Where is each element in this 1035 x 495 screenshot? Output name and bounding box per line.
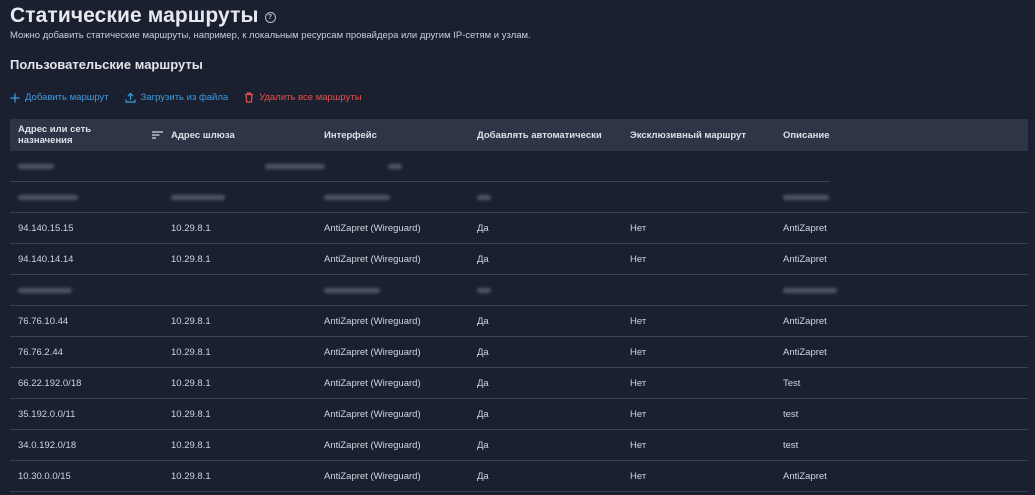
cell-gateway: 10.29.8.1 <box>171 222 211 234</box>
table-header: Адрес или сеть назначения Адрес шлюза Ин… <box>10 119 1028 151</box>
cell-exclusive: Нет <box>630 377 647 389</box>
cell-description: test <box>783 408 799 420</box>
redacted-cell <box>469 285 622 296</box>
routes-table: Адрес или сеть назначения Адрес шлюза Ин… <box>10 119 1028 492</box>
page-subtitle: Можно добавить статические маршруты, нап… <box>10 30 531 41</box>
cell-gateway: 10.29.8.1 <box>171 315 211 327</box>
redacted-cell <box>469 192 622 203</box>
title-row: Статические маршруты ? <box>10 4 276 28</box>
trash-icon <box>244 92 254 103</box>
cell-destination: 34.0.192.0/18 <box>18 439 77 451</box>
column-header-label: Адрес или сеть назначения <box>18 124 92 146</box>
cell-exclusive: Нет <box>630 222 647 234</box>
cell-destination: 94.140.15.15 <box>18 222 74 234</box>
delete-all-routes-button[interactable]: Удалить все маршруты <box>244 92 362 103</box>
column-header-exclusive[interactable]: Эксклюзивный маршрут <box>622 130 775 141</box>
upload-file-button[interactable]: Загрузить из файла <box>125 92 229 103</box>
table-row[interactable]: 34.0.192.0/18 10.29.8.1 AntiZapret (Wire… <box>10 430 1028 461</box>
delete-all-routes-label: Удалить все маршруты <box>259 92 362 103</box>
cell-description: AntiZapret <box>783 222 827 234</box>
cell-exclusive: Нет <box>630 346 647 358</box>
table-row[interactable]: 35.192.0.0/11 10.29.8.1 AntiZapret (Wire… <box>10 399 1028 430</box>
redacted-cell <box>257 161 380 172</box>
cell-description: test <box>783 439 799 451</box>
cell-interface: AntiZapret (Wireguard) <box>324 346 421 358</box>
redacted-cell <box>316 192 469 203</box>
redacted-cell <box>775 192 1028 203</box>
cell-auto: Да <box>477 470 489 482</box>
toolbar: Добавить маршрут Загрузить из файла Удал… <box>10 92 378 103</box>
cell-destination: 10.30.0.0/15 <box>18 470 71 482</box>
sort-icon[interactable] <box>152 131 163 139</box>
cell-destination: 35.192.0.0/11 <box>18 408 76 420</box>
redacted-cell <box>10 163 133 169</box>
cell-interface: AntiZapret (Wireguard) <box>324 315 421 327</box>
cell-auto: Да <box>477 439 489 451</box>
cell-interface: AntiZapret (Wireguard) <box>324 253 421 265</box>
cell-interface: AntiZapret (Wireguard) <box>324 408 421 420</box>
cell-gateway: 10.29.8.1 <box>171 439 211 451</box>
column-header-description[interactable]: Описание <box>775 130 1028 141</box>
redacted-cell <box>163 192 316 203</box>
cell-destination: 66.22.192.0/18 <box>18 377 82 389</box>
cell-interface: AntiZapret (Wireguard) <box>324 470 421 482</box>
cell-interface: AntiZapret (Wireguard) <box>324 222 421 234</box>
cell-exclusive: Нет <box>630 253 647 265</box>
column-header-auto[interactable]: Добавлять автоматически <box>469 130 622 141</box>
cell-interface: AntiZapret (Wireguard) <box>324 377 421 389</box>
cell-exclusive: Нет <box>630 408 647 420</box>
cell-auto: Да <box>477 346 489 358</box>
redacted-cell <box>775 285 1028 296</box>
cell-description: AntiZapret <box>783 346 827 358</box>
cell-gateway: 10.29.8.1 <box>171 470 211 482</box>
cell-exclusive: Нет <box>630 315 647 327</box>
table-row[interactable]: 76.76.2.44 10.29.8.1 AntiZapret (Wiregua… <box>10 337 1028 368</box>
cell-description: AntiZapret <box>783 315 827 327</box>
cell-gateway: 10.29.8.1 <box>171 377 211 389</box>
section-title: Пользовательские маршруты <box>10 57 203 72</box>
page-title: Статические маршруты <box>10 4 259 27</box>
table-row[interactable]: 10.30.0.0/15 10.29.8.1 AntiZapret (Wireg… <box>10 461 1028 492</box>
cell-auto: Да <box>477 253 489 265</box>
table-row-redacted[interactable] <box>10 151 830 182</box>
redacted-cell <box>10 194 163 200</box>
cell-description: AntiZapret <box>783 470 827 482</box>
cell-gateway: 10.29.8.1 <box>171 253 211 265</box>
cell-gateway: 10.29.8.1 <box>171 408 211 420</box>
cell-description: Test <box>783 377 801 389</box>
table-row[interactable]: 94.140.14.14 10.29.8.1 AntiZapret (Wireg… <box>10 244 1028 275</box>
cell-destination: 76.76.2.44 <box>18 346 63 358</box>
table-row[interactable]: 66.22.192.0/18 10.29.8.1 AntiZapret (Wir… <box>10 368 1028 399</box>
column-header-gateway[interactable]: Адрес шлюза <box>163 130 316 141</box>
cell-auto: Да <box>477 408 489 420</box>
table-row[interactable]: 76.76.10.44 10.29.8.1 AntiZapret (Wiregu… <box>10 306 1028 337</box>
help-circle-icon[interactable]: ? <box>264 12 276 23</box>
table-row[interactable]: 94.140.15.15 10.29.8.1 AntiZapret (Wireg… <box>10 213 1028 244</box>
cell-gateway: 10.29.8.1 <box>171 346 211 358</box>
column-header-destination[interactable]: Адрес или сеть назначения <box>10 124 163 146</box>
redacted-cell <box>10 287 163 293</box>
cell-auto: Да <box>477 315 489 327</box>
column-header-interface[interactable]: Интерфейс <box>316 130 469 141</box>
cell-interface: AntiZapret (Wireguard) <box>324 439 421 451</box>
plus-icon <box>10 93 20 103</box>
redacted-cell <box>316 285 469 296</box>
add-route-label: Добавить маршрут <box>25 92 109 103</box>
cell-description: AntiZapret <box>783 253 827 265</box>
upload-file-label: Загрузить из файла <box>140 92 229 103</box>
cell-exclusive: Нет <box>630 470 647 482</box>
add-route-button[interactable]: Добавить маршрут <box>10 92 109 103</box>
upload-icon <box>125 92 136 103</box>
cell-exclusive: Нет <box>630 439 647 451</box>
cell-auto: Да <box>477 222 489 234</box>
redacted-cell <box>380 161 503 172</box>
cell-auto: Да <box>477 377 489 389</box>
table-row-redacted[interactable] <box>10 182 1028 213</box>
table-row-redacted[interactable] <box>10 275 1028 306</box>
cell-destination: 76.76.10.44 <box>18 315 69 327</box>
cell-destination: 94.140.14.14 <box>18 253 74 265</box>
